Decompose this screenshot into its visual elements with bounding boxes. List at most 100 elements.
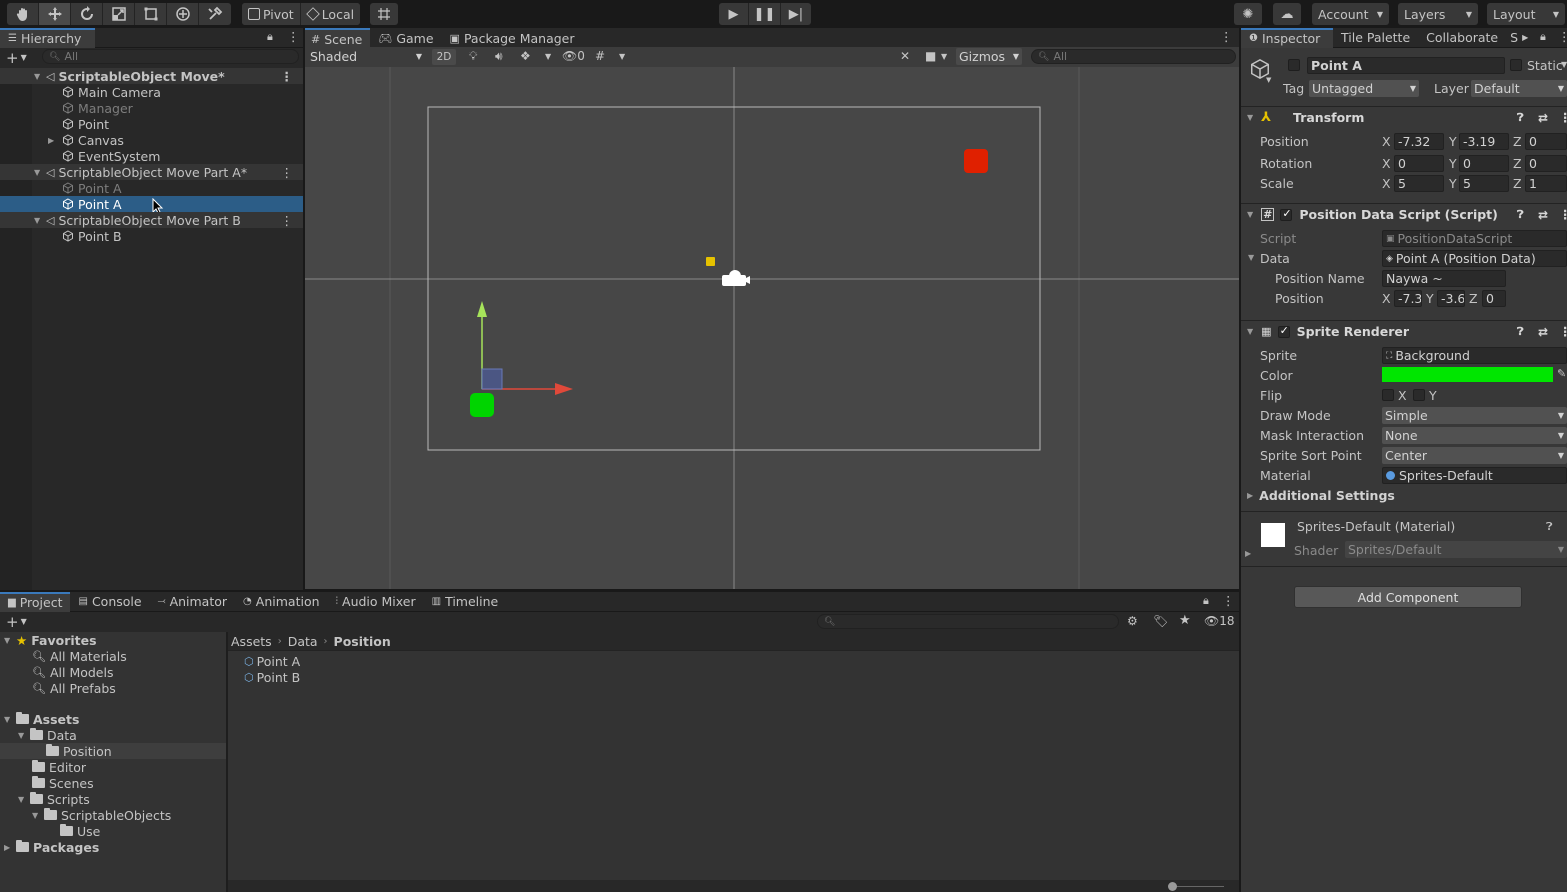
tab-package-manager[interactable]: ▣ Package Manager (442, 28, 583, 48)
folder-item[interactable]: Use (60, 823, 100, 839)
expand-arrow-icon[interactable]: ▼ (4, 715, 16, 724)
more-options-icon[interactable]: ⋮ (287, 29, 300, 44)
hierarchy-scene-row[interactable]: ▼ ◁ ScriptableObject Move* ⋮ (0, 68, 303, 84)
layer-dropdown[interactable]: Default ▼ (1471, 80, 1567, 97)
tab-hierarchy[interactable]: ☰ Hierarchy (0, 27, 95, 48)
custom-tool-icon[interactable] (199, 3, 231, 25)
hierarchy-scene-row[interactable]: ▼ ◁ ScriptableObject Move Part B ⋮ (0, 212, 303, 228)
expand-arrow-icon[interactable]: ▶ (1245, 549, 1251, 558)
hierarchy-item[interactable]: Point (62, 116, 109, 132)
packages-row[interactable]: ▶ Packages (4, 839, 99, 855)
collapse-arrow-icon[interactable]: ▼ (1247, 113, 1253, 122)
draw-mode-dropdown[interactable]: Simple ▼ (1382, 407, 1567, 424)
transform-tool-icon[interactable] (167, 3, 199, 25)
tab-animation[interactable]: ◔ Animation (235, 592, 327, 612)
flip-x-checkbox[interactable] (1382, 389, 1394, 401)
sprite-renderer-enabled-checkbox[interactable]: ✓ (1277, 324, 1290, 338)
position-z-field[interactable]: 0 (1525, 133, 1567, 150)
chevron-down-icon[interactable]: ▼ (1266, 76, 1271, 84)
scale-tool-icon[interactable] (103, 3, 135, 25)
pivot-button[interactable]: Pivot (242, 3, 301, 25)
presets-icon[interactable]: ⇄ (1538, 208, 1548, 222)
more-options-icon[interactable]: ⋮ (1222, 593, 1235, 608)
grid-toggle-icon[interactable]: # (595, 49, 605, 63)
tab-console[interactable]: ▤ Console (70, 592, 149, 612)
tab-animator[interactable]: ⤙ Animator (150, 592, 235, 612)
pause-button[interactable]: ❚❚ (749, 3, 781, 25)
script-enabled-checkbox[interactable]: ✓ (1280, 207, 1293, 221)
tab-scene[interactable]: # Scene (305, 28, 371, 48)
data-object-field[interactable]: ◈ Point A (Position Data) (1382, 250, 1567, 267)
rotation-z-field[interactable]: 0 (1525, 155, 1567, 172)
hierarchy-item[interactable]: Manager (62, 100, 133, 116)
folder-item[interactable]: ▼ Scripts (18, 791, 90, 807)
tab-timeline[interactable]: ▥ Timeline (424, 592, 507, 612)
material-field[interactable]: Sprites-Default (1382, 467, 1567, 484)
expand-arrow-icon[interactable]: ▼ (34, 72, 46, 81)
expand-arrow-icon[interactable]: ▶ (48, 136, 62, 145)
presets-icon[interactable]: ⇄ (1538, 111, 1548, 125)
folder-item[interactable]: Scenes (32, 775, 94, 791)
rect-tool-icon[interactable] (135, 3, 167, 25)
effects-toggle-icon[interactable]: ❖ (520, 49, 531, 63)
static-checkbox[interactable] (1510, 59, 1522, 71)
chevron-down-icon[interactable]: ▼ (545, 52, 551, 61)
position-y-field[interactable]: -3.19 (1459, 133, 1509, 150)
panel-divider[interactable] (1239, 28, 1241, 892)
more-options-icon[interactable]: ⋮ (1558, 29, 1567, 44)
rotation-y-field[interactable]: 0 (1459, 155, 1509, 172)
grid-snap-icon[interactable] (370, 3, 398, 25)
more-options-icon[interactable]: ⋮ (281, 69, 294, 84)
add-component-button[interactable]: Add Component (1294, 586, 1522, 608)
scene-viewport[interactable] (305, 67, 1239, 589)
hidden-objects-toggle[interactable]: 👁︎ 0 (562, 49, 585, 63)
tab-collaborate[interactable]: Collaborate (1418, 28, 1506, 48)
collapse-arrow-icon[interactable]: ▼ (1247, 210, 1253, 219)
mask-interaction-dropdown[interactable]: None ▼ (1382, 427, 1567, 444)
expand-arrow-icon[interactable]: ▼ (18, 795, 30, 804)
panel-divider[interactable] (226, 632, 228, 892)
folder-item[interactable]: ▼ Data (18, 727, 77, 743)
expand-arrow-icon[interactable]: ▼ (34, 168, 46, 177)
expand-arrow-icon[interactable]: ▶ (4, 843, 16, 852)
hierarchy-item[interactable]: Point A (62, 180, 122, 196)
layers-dropdown[interactable]: Layers ▼ (1398, 3, 1478, 25)
asset-file-item[interactable]: ⬡ Point A (244, 653, 300, 669)
help-icon[interactable]: ❓︎ (1546, 520, 1553, 534)
camera-icon[interactable]: ■ (925, 49, 936, 63)
expand-arrow-icon[interactable]: ▼ (34, 216, 46, 225)
chevron-down-icon[interactable]: ▼ (21, 53, 27, 62)
more-options-icon[interactable]: ⋮ (281, 213, 294, 228)
search-by-type-icon[interactable]: ⚙ (1127, 614, 1138, 628)
move-tool-icon[interactable] (39, 3, 71, 25)
sort-point-dropdown[interactable]: Center ▼ (1382, 447, 1567, 464)
favorite-item[interactable]: 🔍︎ All Materials (32, 648, 127, 664)
position-script-header[interactable]: ▼ # ✓ Position Data Script (Script) ❓︎ ⇄… (1241, 203, 1567, 225)
help-icon[interactable]: ❓︎ (1517, 325, 1524, 339)
help-icon[interactable]: ❓︎ (1517, 208, 1524, 222)
mode-2d-toggle[interactable]: 2D (432, 49, 456, 65)
object-name-field[interactable]: Point A (1307, 57, 1505, 74)
tab-project[interactable]: ▆ Project (0, 591, 71, 612)
scene-search[interactable]: 🔍︎ All (1031, 49, 1236, 64)
scale-y-field[interactable]: 5 (1459, 175, 1509, 192)
lock-icon[interactable]: 🔒︎ (267, 30, 273, 44)
rotate-tool-icon[interactable] (71, 3, 103, 25)
hierarchy-search[interactable]: 🔍︎ All (42, 49, 299, 64)
hierarchy-item[interactable]: Main Camera (62, 84, 161, 100)
zoom-slider-track[interactable] (1172, 886, 1224, 887)
search-by-label-icon[interactable]: 🏷︎ (1153, 614, 1168, 628)
step-button[interactable]: ▶| (781, 3, 811, 25)
hand-tool-icon[interactable] (7, 3, 39, 25)
more-options-icon[interactable]: ⋮ (1559, 110, 1567, 125)
additional-settings-foldout[interactable]: ▶ Additional Settings (1247, 488, 1395, 503)
hierarchy-item[interactable]: EventSystem (62, 148, 160, 164)
panel-divider[interactable] (0, 590, 1239, 592)
more-options-icon[interactable]: ⋮ (1220, 29, 1233, 44)
help-icon[interactable]: ❓︎ (1517, 111, 1524, 125)
hierarchy-item[interactable]: ▶ Canvas (48, 132, 124, 148)
more-options-icon[interactable]: ⋮ (1559, 207, 1567, 222)
scale-z-field[interactable]: 1 (1525, 175, 1567, 192)
local-button[interactable]: Local (300, 3, 361, 25)
favorite-item[interactable]: 🔍︎ All Models (32, 664, 113, 680)
